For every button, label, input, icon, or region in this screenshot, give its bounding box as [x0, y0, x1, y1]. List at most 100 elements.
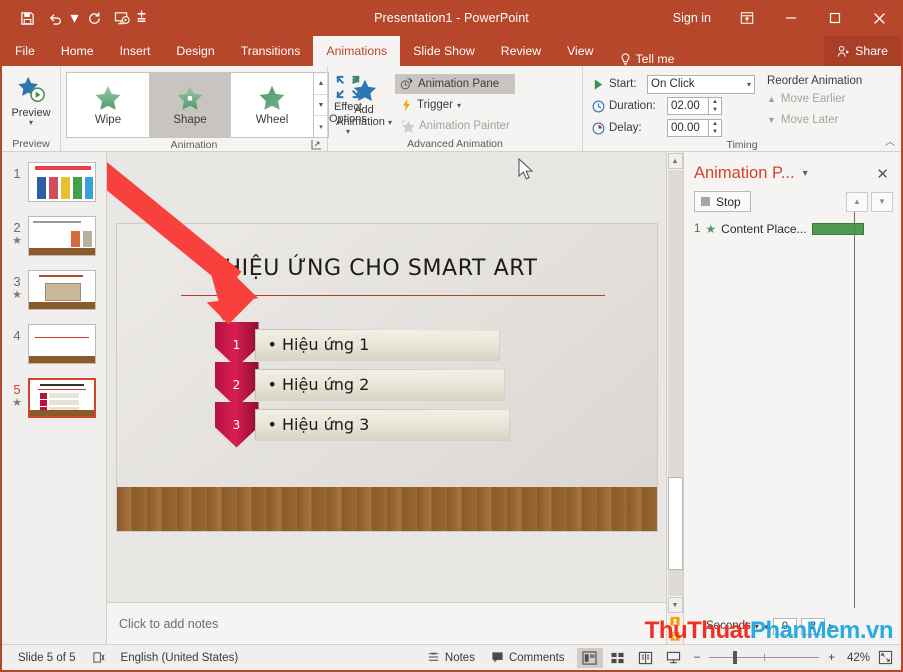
ribbon-display-options-icon[interactable]: [725, 0, 769, 36]
animation-pane-button[interactable]: Animation Pane: [395, 74, 515, 94]
tell-me-search[interactable]: Tell me: [607, 52, 688, 66]
preview-dropdown-icon[interactable]: ▾: [29, 119, 33, 126]
smartart-banner-1: • Hiệu ứng 1: [255, 329, 500, 361]
trigger-dropdown-icon[interactable]: ▾: [457, 102, 461, 109]
share-label: Share: [855, 44, 888, 58]
stop-button[interactable]: Stop: [694, 191, 751, 212]
start-slideshow-icon[interactable]: [109, 5, 135, 31]
zoom-in-button[interactable]: +: [825, 652, 838, 664]
zoom-slider-track[interactable]: [709, 657, 819, 658]
zoom-level[interactable]: 42%: [838, 652, 870, 664]
smartart-row-3[interactable]: 3 • Hiệu ứng 3: [215, 402, 510, 448]
zoom-out-button[interactable]: −: [691, 652, 704, 664]
add-animation-dropdown-icon[interactable]: ▾: [388, 118, 392, 127]
undo-icon[interactable]: [42, 5, 68, 31]
tab-transitions[interactable]: Transitions: [228, 36, 314, 66]
thumbnail-image[interactable]: [28, 270, 96, 310]
sign-in-button[interactable]: Sign in: [659, 11, 725, 25]
thumbnail-slide-4[interactable]: 4: [2, 324, 106, 364]
animation-wheel[interactable]: Wheel: [231, 73, 313, 137]
tab-home[interactable]: Home: [48, 36, 107, 66]
zoom-slider[interactable]: [709, 657, 819, 658]
gallery-scroll-down-icon[interactable]: ▼: [314, 95, 328, 117]
thumbnail-image[interactable]: [28, 378, 96, 418]
comments-icon: [491, 651, 504, 664]
delay-input[interactable]: 00.00: [667, 119, 709, 137]
close-icon[interactable]: [857, 0, 901, 36]
thumbnail-slide-2[interactable]: 2 ★: [2, 216, 106, 256]
scroll-down-icon[interactable]: ▼: [668, 597, 683, 613]
slide-sorter-icon[interactable]: [605, 648, 631, 668]
tab-review[interactable]: Review: [488, 36, 554, 66]
scrollbar-track[interactable]: [668, 170, 683, 596]
animation-shape[interactable]: Shape: [149, 73, 231, 137]
animation-pane-menu-icon[interactable]: ▾: [803, 168, 808, 179]
tab-design[interactable]: Design: [163, 36, 227, 66]
previous-slide-icon[interactable]: ⏫: [668, 614, 683, 629]
timeline-scroll-right-icon[interactable]: ▶: [829, 622, 835, 631]
add-animation-icon: [349, 75, 379, 102]
spell-check-icon[interactable]: [84, 651, 113, 664]
gallery-more-icon[interactable]: ▾: [314, 116, 328, 137]
thumbnail-slide-3[interactable]: 3 ★: [2, 270, 106, 310]
notes-pane[interactable]: Click to add notes: [107, 602, 666, 644]
maximize-icon[interactable]: [813, 0, 857, 36]
thumbnail-image[interactable]: [28, 216, 96, 256]
duration-step-down-icon[interactable]: ▼: [709, 106, 721, 114]
slide-show-icon[interactable]: [661, 648, 687, 668]
customize-qat-icon[interactable]: ⩲: [137, 8, 146, 28]
delay-stepper[interactable]: ▲ ▼: [709, 119, 722, 137]
notes-placeholder: Click to add notes: [119, 617, 218, 631]
save-icon[interactable]: [14, 5, 40, 31]
thumbnail-slide-1[interactable]: 1: [2, 162, 106, 202]
scroll-up-icon[interactable]: ▲: [668, 153, 683, 169]
thumbnail-slide-5[interactable]: 5 ★: [2, 378, 106, 418]
gallery-scroll-up-icon[interactable]: ▲: [314, 73, 328, 95]
delay-step-up-icon[interactable]: ▲: [709, 120, 721, 128]
comments-button[interactable]: Comments: [483, 651, 573, 664]
scrollbar-thumb[interactable]: [668, 477, 683, 571]
share-button[interactable]: Share: [824, 36, 901, 66]
animation-wipe[interactable]: Wipe: [67, 73, 149, 137]
move-up-icon[interactable]: ▲: [846, 192, 868, 212]
animation-effect-item[interactable]: 1 ★ Content Place...: [684, 222, 901, 236]
slide-title[interactable]: HIỆU ỨNG CHO SMART ART: [225, 256, 538, 281]
seconds-dropdown[interactable]: Seconds ▾: [706, 620, 759, 632]
collapse-ribbon-icon[interactable]: ︿: [885, 133, 895, 148]
slide-surface[interactable]: HIỆU ỨNG CHO SMART ART 1 • Hiệu ứng 1 2 …: [117, 224, 657, 531]
effect-timeline-bar[interactable]: [812, 223, 864, 235]
start-dropdown[interactable]: On Click ▾: [647, 75, 755, 94]
animation-effect-list[interactable]: 1 ★ Content Place...: [684, 212, 901, 608]
redo-icon[interactable]: [81, 5, 107, 31]
reading-view-icon[interactable]: [633, 648, 659, 668]
language-indicator[interactable]: English (United States): [113, 652, 247, 664]
duration-step-up-icon[interactable]: ▲: [709, 98, 721, 106]
slide-canvas[interactable]: HIỆU ỨNG CHO SMART ART 1 • Hiệu ứng 1 2 …: [107, 152, 666, 602]
move-down-icon[interactable]: ▼: [871, 192, 893, 212]
tab-file[interactable]: File: [2, 36, 48, 66]
delay-label: Delay:: [609, 122, 663, 134]
delay-step-down-icon[interactable]: ▼: [709, 128, 721, 136]
next-slide-icon[interactable]: ⏬: [668, 629, 683, 644]
tab-view[interactable]: View: [554, 36, 606, 66]
normal-view-icon[interactable]: [577, 648, 603, 668]
undo-dropdown-icon[interactable]: ▾: [70, 8, 79, 28]
fit-to-window-icon[interactable]: [870, 650, 901, 665]
tab-animations[interactable]: Animations: [313, 36, 400, 66]
thumbnail-image[interactable]: [28, 324, 96, 364]
tab-slide-show[interactable]: Slide Show: [400, 36, 488, 66]
slide-scrollbar[interactable]: ▲ ▼ ⏫ ⏬: [666, 152, 683, 644]
animation-dialog-launcher-icon[interactable]: [311, 139, 322, 150]
zoom-slider-handle[interactable]: [733, 651, 737, 664]
add-animation-button[interactable]: AddAnimation ▾: [333, 71, 395, 128]
timeline-scroll-left-icon[interactable]: ◀: [763, 622, 769, 631]
duration-stepper[interactable]: ▲ ▼: [709, 97, 722, 115]
tab-insert[interactable]: Insert: [107, 36, 164, 66]
duration-input[interactable]: 02.00: [667, 97, 709, 115]
animation-pane-close-icon[interactable]: ✕: [872, 165, 893, 183]
notes-button[interactable]: Notes: [419, 651, 483, 664]
trigger-button[interactable]: Trigger ▾: [395, 95, 515, 115]
minimize-icon[interactable]: [769, 0, 813, 36]
thumbnail-image[interactable]: [28, 162, 96, 202]
preview-button[interactable]: Preview ▾: [7, 71, 55, 126]
